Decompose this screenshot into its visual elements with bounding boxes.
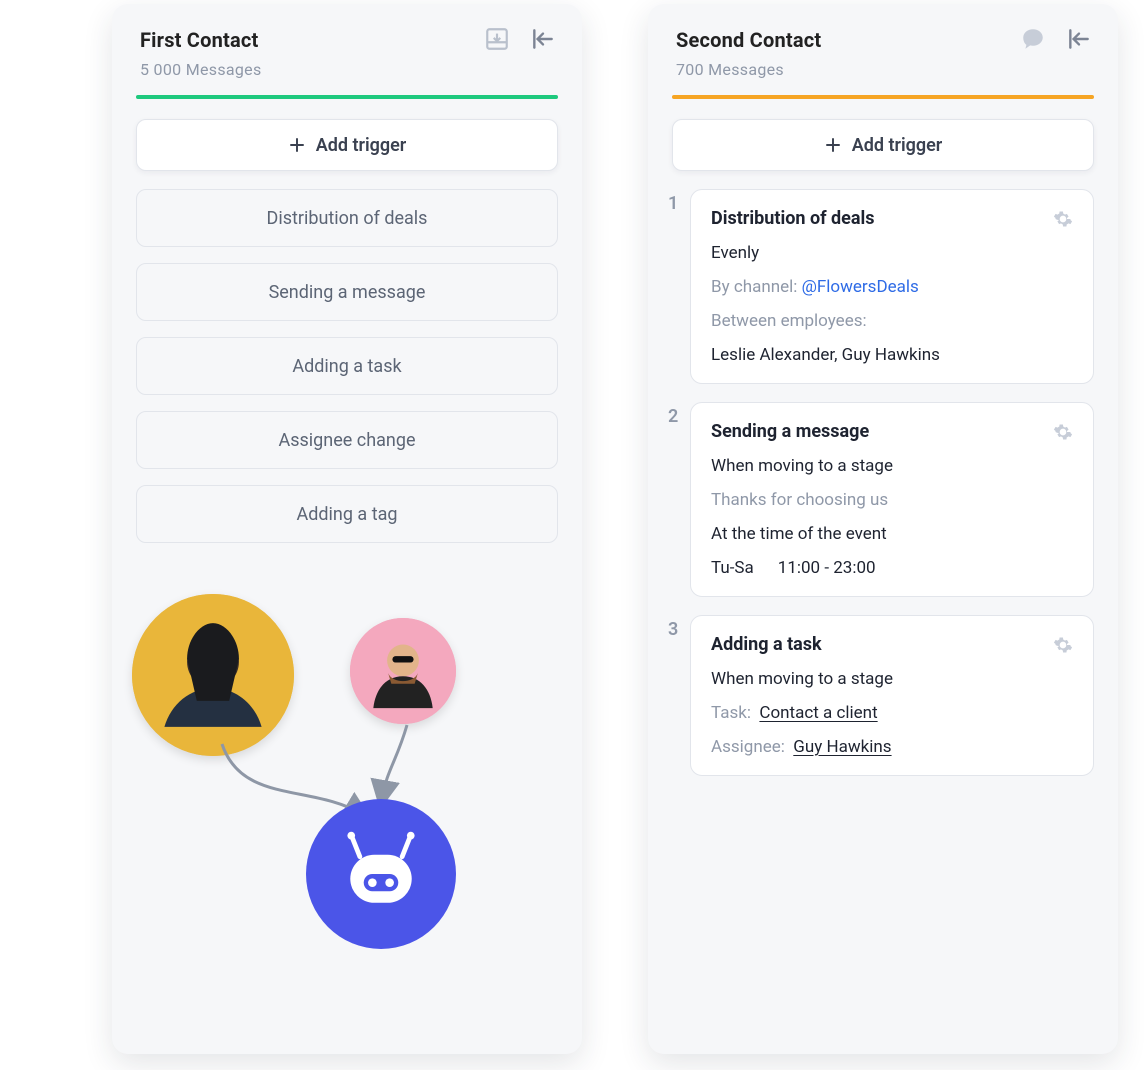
trigger-option[interactable]: Adding a task (136, 337, 558, 395)
stage-subtitle: 700 Messages (676, 60, 1090, 79)
add-trigger-button[interactable]: Add trigger (672, 119, 1094, 171)
card-line: At the time of the event (711, 524, 1073, 544)
card-title: Distribution of deals (711, 208, 875, 229)
trigger-option-label: Adding a task (292, 356, 401, 377)
plus-icon (824, 136, 842, 154)
card-line: Between employees: (711, 311, 1073, 331)
card-title: Adding a task (711, 634, 822, 655)
stage-panel-second-contact: Second Contact 700 Messages Add trigger (648, 4, 1118, 1054)
step-number: 2 (668, 406, 678, 427)
step-number: 1 (668, 193, 678, 214)
trigger-option-label: Sending a message (269, 282, 426, 303)
step-card-sending-message[interactable]: Sending a message When moving to a stage… (690, 402, 1094, 597)
step-card-adding-task[interactable]: Adding a task When moving to a stage Tas… (690, 615, 1094, 776)
avatar (350, 618, 456, 724)
add-trigger-label: Add trigger (852, 135, 943, 156)
card-line: When moving to a stage (711, 456, 1073, 476)
schedule-hours: 11:00 - 23:00 (778, 558, 876, 578)
trigger-option-list: Distribution of deals Sending a message … (112, 189, 582, 543)
step: 3 Adding a task When moving to a stage T… (672, 615, 1094, 776)
gear-icon[interactable] (1053, 209, 1073, 229)
trigger-option[interactable]: Adding a tag (136, 485, 558, 543)
collapse-left-icon[interactable] (530, 26, 556, 52)
trigger-option[interactable]: Distribution of deals (136, 189, 558, 247)
stage-subtitle: 5 000 Messages (140, 60, 554, 79)
header-actions (484, 26, 556, 52)
step-list: 1 Distribution of deals Evenly By channe… (648, 189, 1118, 776)
assignee-link[interactable]: Guy Hawkins (793, 737, 891, 757)
add-trigger-label: Add trigger (316, 135, 407, 156)
stage-progress-bar (136, 95, 558, 99)
plus-icon (288, 136, 306, 154)
label: Task: (711, 703, 751, 723)
step: 2 Sending a message When moving to a sta… (672, 402, 1094, 597)
stage-header: First Contact 5 000 Messages (112, 4, 582, 79)
card-line: By channel: @FlowersDeals (711, 277, 1073, 297)
arrow-icon (367, 720, 427, 810)
chat-bubble-icon[interactable] (1020, 26, 1046, 52)
trigger-option[interactable]: Sending a message (136, 263, 558, 321)
card-line: Tu-Sa 11:00 - 23:00 (711, 558, 1073, 578)
step: 1 Distribution of deals Evenly By channe… (672, 189, 1094, 384)
card-line: Assignee: Guy Hawkins (711, 737, 1073, 757)
collapse-left-icon[interactable] (1066, 26, 1092, 52)
bot-icon (306, 799, 456, 949)
label: By channel: (711, 277, 802, 297)
card-title: Sending a message (711, 421, 869, 442)
step-card-distribution[interactable]: Distribution of deals Evenly By channel:… (690, 189, 1094, 384)
task-link[interactable]: Contact a client (759, 703, 877, 723)
gear-icon[interactable] (1053, 635, 1073, 655)
step-number: 3 (668, 619, 678, 640)
trigger-option-label: Assignee change (278, 430, 415, 451)
inbox-download-icon[interactable] (484, 26, 510, 52)
stage-header: Second Contact 700 Messages (648, 4, 1118, 79)
stage-progress-bar (672, 95, 1094, 99)
avatar (132, 594, 294, 756)
trigger-option-label: Distribution of deals (267, 208, 428, 229)
card-line: Task: Contact a client (711, 703, 1073, 723)
schedule-days: Tu-Sa (711, 558, 754, 578)
header-actions (1020, 26, 1092, 52)
trigger-option-label: Adding a tag (297, 504, 398, 525)
card-line: Leslie Alexander, Guy Hawkins (711, 345, 1073, 365)
card-line: When moving to a stage (711, 669, 1073, 689)
card-line: Thanks for choosing us (711, 490, 1073, 510)
trigger-option[interactable]: Assignee change (136, 411, 558, 469)
add-trigger-button[interactable]: Add trigger (136, 119, 558, 171)
stage-panel-first-contact: First Contact 5 000 Messages Add trigger (112, 4, 582, 1054)
label: Assignee: (711, 737, 785, 757)
card-line: Evenly (711, 243, 1073, 263)
gear-icon[interactable] (1053, 422, 1073, 442)
channel-link[interactable]: @FlowersDeals (802, 277, 919, 297)
